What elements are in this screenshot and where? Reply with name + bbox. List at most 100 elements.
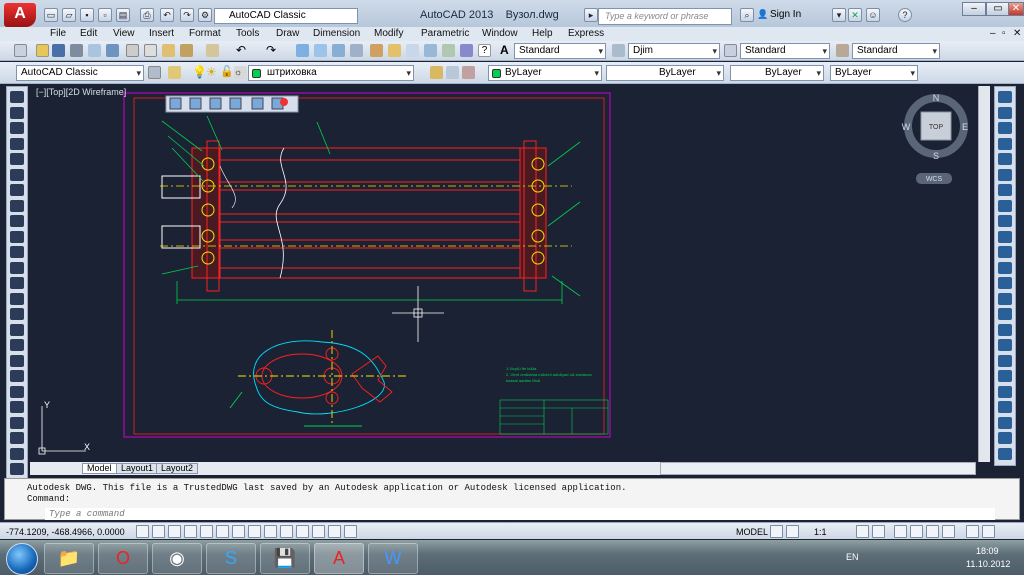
modify-tool-icon[interactable]: [998, 323, 1012, 336]
draw-tool-icon[interactable]: [10, 308, 24, 320]
open-icon[interactable]: ▱: [62, 8, 76, 22]
skype-taskbar-icon[interactable]: S: [206, 543, 256, 574]
doc-restore-button[interactable]: ▫: [1002, 28, 1006, 39]
dynamic-ucs-button[interactable]: [264, 525, 277, 538]
autocad-taskbar-icon[interactable]: A: [314, 543, 364, 574]
draw-tool-icon[interactable]: [10, 91, 24, 103]
grid-display-button[interactable]: [168, 525, 181, 538]
print-icon[interactable]: ▤: [116, 8, 130, 22]
menu-help[interactable]: Help: [532, 28, 553, 39]
quickcalc-icon[interactable]: [460, 44, 473, 57]
table-style-dropdown[interactable]: Standard: [740, 43, 830, 59]
dim-style-dropdown[interactable]: Djim: [628, 43, 720, 59]
modify-tool-icon[interactable]: [998, 432, 1012, 444]
modify-tool-icon[interactable]: [998, 339, 1012, 351]
language-indicator[interactable]: EN: [846, 552, 859, 562]
selection-cycling-button[interactable]: [344, 525, 357, 538]
draw-tool-icon[interactable]: [10, 432, 24, 444]
start-button[interactable]: [6, 543, 38, 575]
markup-icon[interactable]: [442, 44, 455, 57]
clean-screen-button[interactable]: [982, 525, 995, 538]
close-button[interactable]: ✕: [1008, 2, 1024, 16]
search-arrow-icon[interactable]: ▸: [584, 8, 598, 22]
text-style-icon[interactable]: A: [500, 44, 513, 57]
modify-tool-icon[interactable]: [998, 230, 1012, 243]
copy-icon[interactable]: [144, 44, 157, 57]
modify-tool-icon[interactable]: [998, 199, 1012, 212]
undo-icon[interactable]: ↶: [160, 8, 174, 22]
vertical-scrollbar[interactable]: [978, 86, 990, 462]
make-current-icon[interactable]: [430, 66, 443, 79]
draw-tool-icon[interactable]: [10, 199, 24, 212]
save-as-icon[interactable]: ▫: [98, 8, 112, 22]
modify-tool-icon[interactable]: [998, 137, 1012, 150]
lightbulb-icon[interactable]: 💡: [192, 66, 207, 79]
tab-layout1[interactable]: Layout1: [116, 463, 159, 474]
menu-draw[interactable]: Draw: [276, 28, 299, 39]
drawing-canvas[interactable]: 1.Vicp&i ftn bi&ta 2. Gent om&iama m&cbn…: [32, 86, 976, 461]
menu-format[interactable]: Format: [189, 28, 221, 39]
3d-object-snap-button[interactable]: [232, 525, 245, 538]
zoom-window-icon[interactable]: [332, 44, 345, 57]
sheet-set-icon[interactable]: [424, 44, 437, 57]
status-tray-menu-button[interactable]: [966, 525, 979, 538]
annotation-visibility-button[interactable]: [856, 525, 869, 538]
table-style-icon[interactable]: [724, 44, 737, 57]
draw-tool-icon[interactable]: [10, 447, 24, 460]
chrome-taskbar-icon[interactable]: ◉: [152, 543, 202, 574]
modify-tool-icon[interactable]: [998, 168, 1012, 181]
modify-tool-icon[interactable]: [998, 416, 1012, 429]
draw-tool-icon[interactable]: [10, 137, 24, 150]
workspace-switching-button[interactable]: [894, 525, 907, 538]
community-icon[interactable]: ☺: [866, 8, 880, 22]
menu-view[interactable]: View: [113, 28, 135, 39]
multileader-style-dropdown[interactable]: Standard: [852, 43, 940, 59]
qnew-icon[interactable]: [14, 44, 27, 57]
block-editor-icon[interactable]: [206, 44, 219, 57]
minimize-button[interactable]: –: [962, 2, 986, 16]
opera-taskbar-icon[interactable]: O: [98, 543, 148, 574]
auto-scale-button[interactable]: [872, 525, 885, 538]
draw-tool-icon[interactable]: [10, 246, 24, 258]
modify-tool-icon[interactable]: [998, 246, 1012, 258]
quick-view-drawings-button[interactable]: [786, 525, 799, 538]
exchange-icon[interactable]: ✕: [848, 8, 862, 22]
search-input[interactable]: Type a keyword or phrase: [598, 8, 732, 25]
new-icon[interactable]: ▭: [44, 8, 58, 22]
quick-view-layouts-button[interactable]: [770, 525, 783, 538]
quick-properties-button[interactable]: [328, 525, 341, 538]
matchprop-icon[interactable]: [180, 44, 193, 57]
text-style-dropdown[interactable]: Standard: [514, 43, 606, 59]
draw-tool-icon[interactable]: [10, 463, 24, 475]
draw-tool-icon[interactable]: [10, 261, 24, 274]
modify-tool-icon[interactable]: [998, 122, 1012, 134]
plotstyle-dropdown[interactable]: ByLayer: [830, 65, 918, 81]
printer-icon[interactable]: [70, 44, 83, 57]
maximize-button[interactable]: ▭: [986, 2, 1010, 16]
doc-minimize-button[interactable]: –: [990, 28, 996, 39]
horizontal-scrollbar[interactable]: [660, 462, 976, 475]
menu-edit[interactable]: Edit: [80, 28, 97, 39]
infer-constraints-button[interactable]: [136, 525, 149, 538]
ortho-mode-button[interactable]: [184, 525, 197, 538]
paste-icon[interactable]: [162, 44, 175, 57]
draw-tool-icon[interactable]: [10, 370, 24, 382]
modify-tool-icon[interactable]: [998, 308, 1012, 320]
workspace-icon[interactable]: ⚙: [198, 8, 212, 22]
clock-date[interactable]: 11.10.2012: [966, 559, 1010, 569]
cut-icon[interactable]: [126, 44, 139, 57]
draw-tool-icon[interactable]: [10, 153, 24, 165]
draw-tool-icon[interactable]: [10, 292, 24, 305]
draw-tool-icon[interactable]: [10, 385, 24, 398]
plot-preview-icon[interactable]: [88, 44, 101, 57]
object-snap-button[interactable]: [216, 525, 229, 538]
toolbar-lock-button[interactable]: [910, 525, 923, 538]
draw-tool-icon[interactable]: [10, 277, 24, 289]
properties-icon[interactable]: [370, 44, 383, 57]
zoom-realtime-icon[interactable]: [314, 44, 327, 57]
open-folder-icon[interactable]: [36, 44, 49, 57]
isolate-objects-button[interactable]: [942, 525, 955, 538]
modify-tool-icon[interactable]: [998, 401, 1012, 413]
menu-modify[interactable]: Modify: [374, 28, 403, 39]
tab-layout2[interactable]: Layout2: [156, 463, 199, 474]
